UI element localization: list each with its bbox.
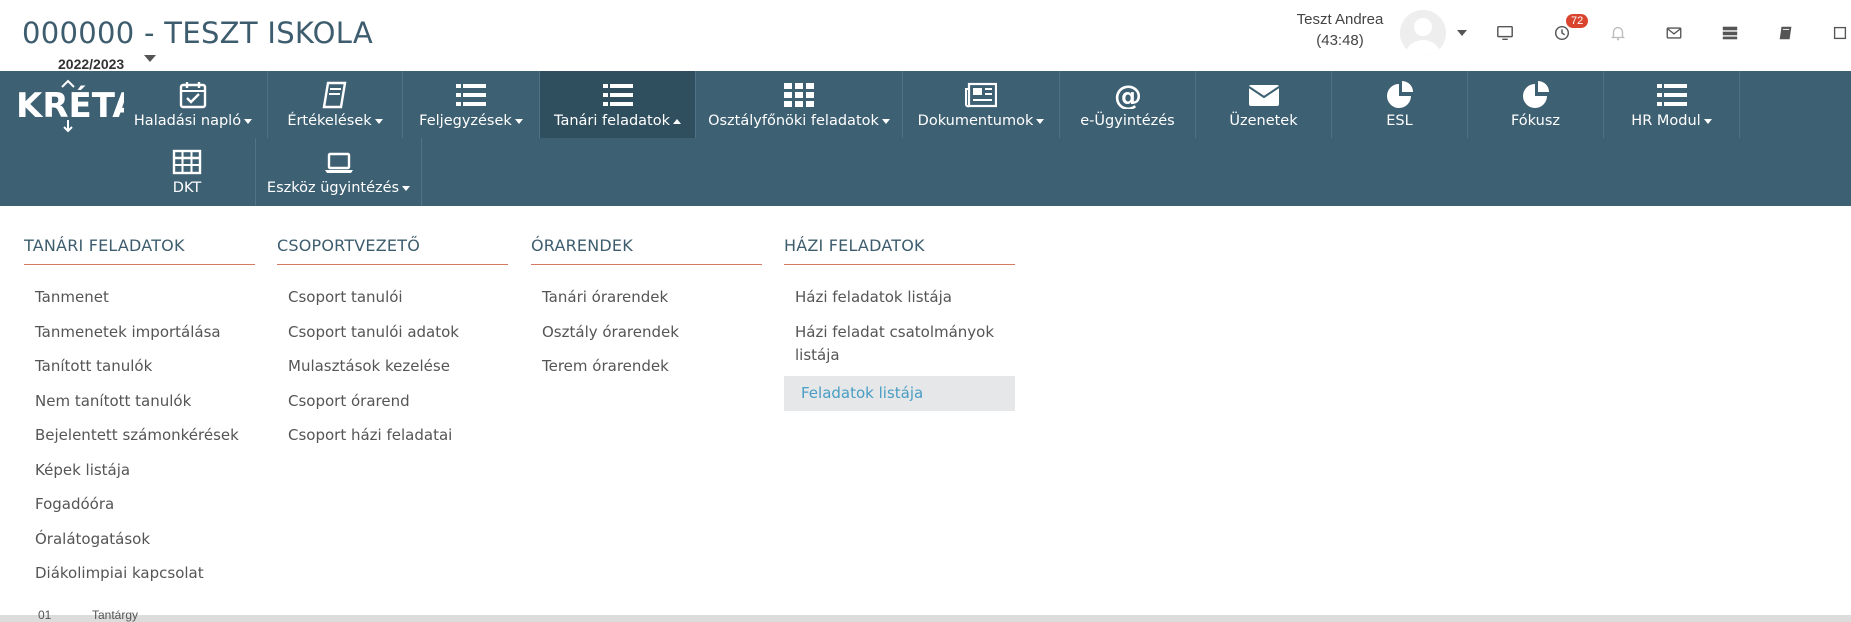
background-page-strip [0,615,1851,622]
laptop-icon [323,148,355,176]
kreta-logo[interactable]: KRÉTA [14,79,139,134]
more-icon[interactable] [1831,22,1849,44]
nav-feljegyzesek[interactable]: Feljegyzések [403,71,540,138]
caret-down-icon [244,118,253,124]
envelope-icon [1247,81,1280,109]
avatar[interactable] [1400,10,1446,56]
server-list-icon[interactable] [1719,22,1741,44]
menu-link-tanitott-tanulok[interactable]: Tanított tanulók [24,349,255,384]
menu-link-csoport-orarend[interactable]: Csoport órarend [277,384,508,419]
list-icon [455,81,487,109]
nav-label: e-Ügyintézés [1080,113,1175,129]
nav-dkt[interactable]: DKT [119,138,256,206]
nav-hr-modul[interactable]: HR Modul [1604,71,1740,138]
nav-eszkoz-ugyintezes[interactable]: Eszköz ügyintézés [256,138,422,206]
caret-down-icon [402,185,411,191]
menu-link-kepek-listaja[interactable]: Képek listája [24,453,255,488]
caret-down-icon [1703,118,1712,124]
monitor-icon[interactable] [1494,22,1516,44]
nav-haladasi-naplo[interactable]: Haladási napló [119,71,268,138]
mail-icon[interactable] [1663,22,1685,44]
svg-text:KRÉTA: KRÉTA [16,85,124,126]
menu-link-diakolimpiai-kapcsolat[interactable]: Diákolimpiai kapcsolat [24,556,255,591]
menu-column-csoportvezeto: CSOPORTVEZETŐ Csoport tanulói Csoport ta… [277,236,508,453]
nav-label: DKT [172,180,202,196]
menu-link-osztaly-orarendek[interactable]: Osztály órarendek [531,315,762,350]
background-row-number: 01 [38,608,52,622]
column-heading: ÓRARENDEK [531,236,762,265]
nav-e-ugyintezes[interactable]: @ e-Ügyintézés [1060,71,1196,138]
nav-label: Feljegyzések [419,113,512,129]
calendar-check-icon [177,81,209,109]
user-name: Teszt Andrea [1296,11,1384,28]
nav-tanari-feladatok[interactable]: Tanári feladatok [540,71,696,138]
nav-uzenetek[interactable]: Üzenetek [1196,71,1332,138]
grid-icon [783,81,815,109]
nav-osztalyfonoki-feladatok[interactable]: Osztályfőnöki feladatok [696,71,903,138]
menu-link-tanmenetek-importalasa[interactable]: Tanmenetek importálása [24,315,255,350]
menu-link-tanari-orarendek[interactable]: Tanári órarendek [531,280,762,315]
main-navigation: KRÉTA Haladási napló Értékelések Feljegy… [0,71,1851,206]
caret-up-icon [673,118,681,124]
nav-label: Üzenetek [1229,113,1298,129]
nav-label: Dokumentumok [917,113,1034,129]
menu-link-tanmenet[interactable]: Tanmenet [24,280,255,315]
menu-link-csoport-hazi-feladatai[interactable]: Csoport házi feladatai [277,418,508,453]
nav-label: Tanári feladatok [554,113,670,129]
table-icon [171,148,203,176]
book-icon[interactable] [1775,22,1797,44]
nav-label: Eszköz ügyintézés [266,180,400,196]
menu-column-hazi-feladatok: HÁZI FELADATOK Házi feladatok listája Há… [784,236,1015,411]
pie-chart-icon [1384,81,1416,109]
nav-label: Haladási napló [133,113,242,129]
top-header: 000000 - TESZT ISKOLA 2022/2023 Teszt An… [0,0,1851,72]
chevron-down-icon[interactable] [144,55,156,62]
pie-chart-icon [1520,81,1552,109]
menu-link-fogadoora[interactable]: Fogadóóra [24,487,255,522]
user-menu-chevron-icon[interactable] [1457,30,1467,36]
nav-label: Fókusz [1510,113,1560,129]
school-year-selector[interactable]: 2022/2023 [58,56,124,72]
session-timer: (43:48) [1316,32,1364,49]
column-heading: TANÁRI FELADATOK [24,236,255,265]
menu-link-hazi-feladat-csatolmanyok-listaja[interactable]: Házi feladat csatolmányok listája [784,315,1015,373]
menu-link-bejelentett-szamonkeresek[interactable]: Bejelentett számonkérések [24,418,255,453]
menu-link-mulasztasok-kezelese[interactable]: Mulasztások kezelése [277,349,508,384]
column-heading: CSOPORTVEZETŐ [277,236,508,265]
nav-ertekelesek[interactable]: Értékelések [268,71,403,138]
menu-link-csoport-tanuloi-adatok[interactable]: Csoport tanulói adatok [277,315,508,350]
nav-label: HR Modul [1631,113,1701,129]
notification-badge: 72 [1566,14,1589,28]
caret-down-icon [881,118,890,124]
menu-link-terem-orarendek[interactable]: Terem órarendek [531,349,762,384]
nav-label: Értékelések [287,113,372,129]
background-row-label: Tantárgy [92,608,139,622]
column-heading: HÁZI FELADATOK [784,236,1015,265]
tanari-feladatok-dropdown: TANÁRI FELADATOK Tanmenet Tanmenetek imp… [0,206,1851,615]
user-silhouette-icon [1400,10,1446,56]
book-icon [319,81,351,109]
menu-link-feladatok-listaja[interactable]: Feladatok listája [784,376,1015,411]
school-title: 000000 - TESZT ISKOLA [22,16,374,50]
menu-column-tanari-feladatok: TANÁRI FELADATOK Tanmenet Tanmenetek imp… [24,236,255,591]
menu-link-hazi-feladatok-listaja[interactable]: Házi feladatok listája [784,280,1015,315]
list-icon [1656,81,1688,109]
menu-link-nem-tanitott-tanulok[interactable]: Nem tanított tanulók [24,384,255,419]
svg-text:@: @ [1114,81,1142,109]
caret-down-icon [514,118,523,124]
at-icon: @ [1112,81,1144,109]
menu-column-orarendek: ÓRARENDEK Tanári órarendek Osztály órare… [531,236,762,384]
nav-dokumentumok[interactable]: Dokumentumok [903,71,1060,138]
caret-down-icon [374,118,383,124]
nav-label: Osztályfőnöki feladatok [708,113,879,129]
menu-link-csoport-tanuloi[interactable]: Csoport tanulói [277,280,508,315]
nav-label: ESL [1386,113,1413,129]
nav-fokusz[interactable]: Fókusz [1468,71,1604,138]
nav-esl[interactable]: ESL [1332,71,1468,138]
list-icon [602,81,634,109]
menu-link-oralatogatasok[interactable]: Óralátogatások [24,522,255,557]
newspaper-icon [965,81,997,109]
bell-icon[interactable] [1607,22,1629,44]
caret-down-icon [1036,118,1045,124]
